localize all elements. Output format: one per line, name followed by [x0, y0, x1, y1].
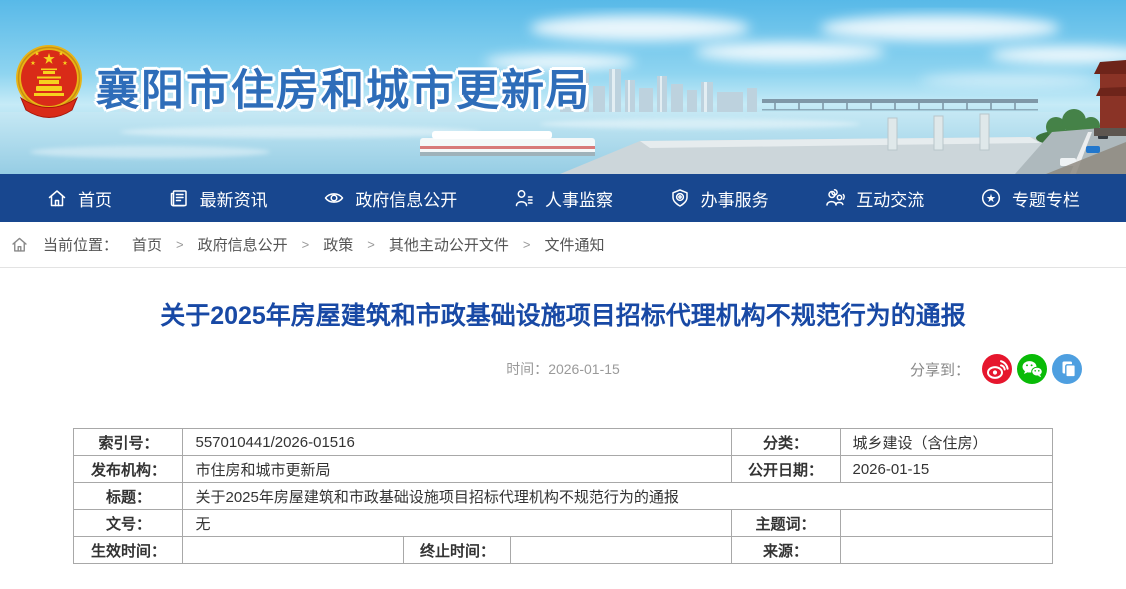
- keywords-label: 主题词：: [731, 510, 840, 537]
- nav-item-label: 最新资讯: [200, 186, 268, 211]
- breadcrumb-separator: >: [176, 237, 184, 252]
- table-row: 发布机构： 市住房和城市更新局 公开日期： 2026-01-15: [74, 456, 1052, 483]
- table-row: 标题： 关于2025年房屋建筑和市政基础设施项目招标代理机构不规范行为的通报: [74, 483, 1052, 510]
- nav-item-label: 办事服务: [701, 186, 769, 211]
- expiry-date-label: 终止时间：: [404, 537, 511, 564]
- nav-item-label: 互动交流: [856, 186, 924, 211]
- breadcrumb-separator: >: [367, 237, 375, 252]
- keywords-value: [840, 510, 1052, 537]
- nav-item-services[interactable]: 办事服务: [669, 186, 769, 211]
- doc-title-label: 标题：: [74, 483, 183, 510]
- publish-date-value: 2026-01-15: [840, 456, 1052, 483]
- home-icon: [46, 187, 68, 209]
- nav-item-special-columns[interactable]: 专题专栏: [980, 186, 1080, 211]
- source-value: [840, 537, 1052, 564]
- category-label: 分类：: [731, 429, 840, 456]
- doc-number-value: 无: [183, 510, 731, 537]
- nav-item-label: 专题专栏: [1012, 186, 1080, 211]
- breadcrumb-item-policy[interactable]: 政策: [323, 234, 353, 255]
- breadcrumb-label: 当前位置：: [43, 234, 118, 255]
- breadcrumb-item-gov-info[interactable]: 政府信息公开: [198, 234, 288, 255]
- source-label: 来源：: [731, 537, 840, 564]
- document-meta-table: 索引号： 557010441/2026-01516 分类： 城乡建设（含住房） …: [73, 428, 1052, 564]
- doc-number-label: 文号：: [74, 510, 183, 537]
- copy-link-share-icon[interactable]: [1052, 354, 1082, 384]
- page-root: 襄阳市住房和城市更新局 首页 最新资讯: [0, 0, 1126, 564]
- nav-item-label: 首页: [78, 186, 112, 211]
- effective-date-label: 生效时间：: [74, 537, 183, 564]
- table-row: 文号： 无 主题词：: [74, 510, 1052, 537]
- chat-icon: [824, 187, 846, 209]
- article-meta-row: 时间：2026-01-15 分享到：: [0, 353, 1126, 385]
- index-number-label: 索引号：: [74, 429, 183, 456]
- article-main: 关于2025年房屋建筑和市政基础设施项目招标代理机构不规范行为的通报 时间：20…: [0, 299, 1126, 564]
- index-number-value: 557010441/2026-01516: [183, 429, 731, 456]
- main-nav: 首页 最新资讯 政府信息公开: [0, 174, 1126, 222]
- nav-item-home[interactable]: 首页: [46, 186, 112, 211]
- effective-date-value: [183, 537, 404, 564]
- table-row: 索引号： 557010441/2026-01516 分类： 城乡建设（含住房）: [74, 429, 1052, 456]
- shield-icon: [669, 187, 691, 209]
- nav-item-label: 人事监察: [545, 186, 613, 211]
- doc-title-value: 关于2025年房屋建筑和市政基础设施项目招标代理机构不规范行为的通报: [183, 483, 1052, 510]
- nav-item-interaction[interactable]: 互动交流: [824, 186, 924, 211]
- breadcrumb-separator: >: [523, 237, 531, 252]
- article-title: 关于2025年房屋建筑和市政基础设施项目招标代理机构不规范行为的通报: [60, 299, 1066, 333]
- share-label: 分享到：: [910, 359, 970, 380]
- issuing-agency-value: 市住房和城市更新局: [183, 456, 731, 483]
- breadcrumb-item-other-public-docs[interactable]: 其他主动公开文件: [389, 234, 509, 255]
- breadcrumb: 当前位置： 首页 > 政府信息公开 > 政策 > 其他主动公开文件 > 文件通知: [0, 222, 1126, 268]
- news-icon: [168, 187, 190, 209]
- wechat-share-icon[interactable]: [1017, 354, 1047, 384]
- star-icon: [980, 187, 1002, 209]
- table-row: 生效时间： 终止时间： 来源：: [74, 537, 1052, 564]
- issuing-agency-label: 发布机构：: [74, 456, 183, 483]
- share-bar: 分享到：: [910, 354, 1082, 384]
- site-title: 襄阳市住房和城市更新局: [96, 56, 591, 118]
- national-emblem-icon: [13, 40, 85, 124]
- breadcrumb-home-icon: [10, 235, 29, 254]
- expiry-date-value: [511, 537, 731, 564]
- category-value: 城乡建设（含住房）: [840, 429, 1052, 456]
- nav-item-news[interactable]: 最新资讯: [168, 186, 268, 211]
- nav-item-label: 政府信息公开: [355, 186, 457, 211]
- breadcrumb-item-home[interactable]: 首页: [132, 234, 162, 255]
- publish-time-label: 时间：: [506, 361, 548, 377]
- eye-icon: [323, 187, 345, 209]
- nav-item-gov-info[interactable]: 政府信息公开: [323, 186, 457, 211]
- breadcrumb-separator: >: [302, 237, 310, 252]
- site-banner: 襄阳市住房和城市更新局: [0, 0, 1126, 174]
- publish-date-label: 公开日期：: [731, 456, 840, 483]
- publish-time-value: 2026-01-15: [548, 361, 620, 377]
- weibo-share-icon[interactable]: [982, 354, 1012, 384]
- person-icon: [513, 187, 535, 209]
- nav-item-personnel[interactable]: 人事监察: [513, 186, 613, 211]
- breadcrumb-item-doc-notice[interactable]: 文件通知: [544, 234, 604, 255]
